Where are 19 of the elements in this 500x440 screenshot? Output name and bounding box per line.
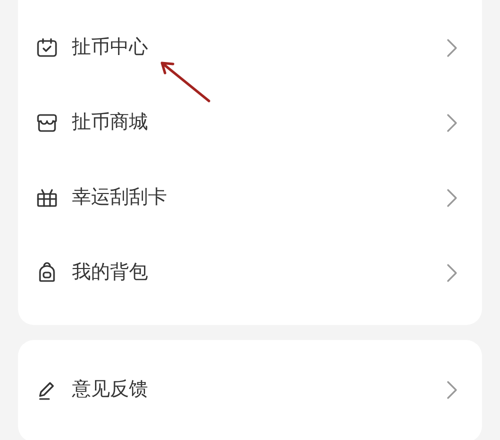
menu-label: 意见反馈 [72, 377, 149, 402]
gift-icon [36, 186, 58, 208]
chevron-right-icon [446, 112, 458, 132]
chevron-right-icon [446, 188, 458, 208]
menu-item[interactable]: 扯币中心 [18, 10, 482, 85]
menu-item[interactable]: 我的背包 [18, 235, 482, 310]
calendar-check-icon [36, 36, 58, 58]
menu-item[interactable]: 扯币商城 [18, 85, 482, 160]
chevron-right-icon [446, 262, 458, 282]
menu-item[interactable]: 意见反馈 [18, 352, 482, 427]
menu-label: 扯币商城 [72, 110, 149, 136]
backpack-icon [36, 262, 58, 284]
store-icon [36, 112, 58, 134]
chevron-right-icon [446, 38, 458, 58]
chevron-right-icon [446, 380, 458, 400]
menu-item[interactable]: 幸运刮刮卡 [18, 160, 482, 235]
menu-label: 幸运刮刮卡 [72, 185, 168, 210]
menu-label: 我的背包 [72, 260, 149, 286]
menu-label: 扯币中心 [72, 35, 149, 60]
